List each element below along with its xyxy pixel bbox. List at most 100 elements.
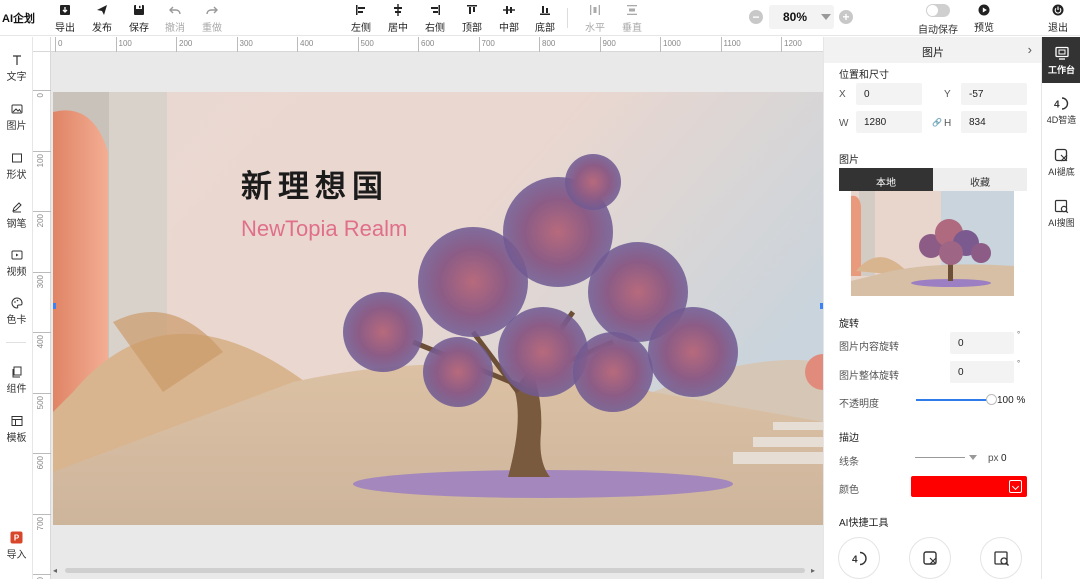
autosave-label: 自动保存: [918, 25, 958, 36]
svg-text:P: P: [14, 534, 20, 543]
ruler-tick: 700: [478, 37, 495, 52]
pen-icon: [11, 202, 22, 213]
zoom-select[interactable]: 80%: [769, 5, 834, 29]
panel-header: 图片 ›: [824, 37, 1041, 63]
scroll-right-arrow-icon[interactable]: ▸: [811, 566, 815, 575]
brand-logo: AI企划: [2, 13, 35, 25]
width-input[interactable]: 1280: [856, 111, 922, 133]
image-source-tabs: 本地 收藏: [839, 168, 1027, 191]
align-top-button[interactable]: 顶部: [455, 2, 489, 34]
line-style-select[interactable]: [911, 447, 982, 469]
rail-item-remove-bg[interactable]: AI褪底: [1042, 148, 1080, 178]
tool-component[interactable]: 组件: [0, 366, 33, 395]
zoom-out-button[interactable]: −: [749, 10, 763, 24]
line-width-input[interactable]: 0: [1001, 453, 1007, 464]
exit-button[interactable]: 退出: [1041, 2, 1075, 34]
preview-button[interactable]: 预览: [967, 2, 1001, 34]
ai-image-search-tool-button[interactable]: [980, 537, 1022, 579]
opacity-slider-knob[interactable]: [986, 394, 997, 405]
right-rail: 工作台 4 4D智造 AI褪底 AI搜图: [1041, 37, 1080, 579]
opacity-value[interactable]: 100 %: [997, 395, 1025, 406]
publish-label: 发布: [92, 23, 112, 34]
align-bottom-icon: [540, 6, 550, 15]
lock-ratio-icon[interactable]: 🔗: [932, 118, 942, 127]
align-top-label: 顶部: [462, 23, 482, 34]
tool-palette[interactable]: 色卡: [0, 297, 33, 326]
tool-template[interactable]: 模板: [0, 415, 33, 444]
align-center-button[interactable]: 居中: [381, 2, 415, 34]
tool-shape-label: 形状: [6, 170, 27, 181]
content-rotate-input[interactable]: 0: [950, 332, 1014, 354]
canvas-title[interactable]: 新理想国: [241, 169, 389, 205]
toggle-knob: [927, 5, 938, 16]
tool-pen[interactable]: 钢笔: [0, 201, 33, 230]
tab-local[interactable]: 本地: [839, 168, 933, 191]
align-center-label: 居中: [388, 23, 408, 34]
tool-import-ppt[interactable]: P 导入: [0, 531, 33, 561]
tool-text[interactable]: 文字: [0, 54, 33, 83]
y-input[interactable]: -57: [961, 83, 1027, 105]
tool-template-label: 模板: [6, 433, 27, 444]
ruler-tick: 0: [55, 37, 62, 52]
save-button[interactable]: 保存: [122, 2, 156, 34]
canvas-area[interactable]: 0 100 200 300 400 500 600 700 800 900 1000 1100 1200…: [33, 37, 823, 579]
ruler-tick-label: 600: [36, 456, 45, 470]
resize-handle-left[interactable]: [53, 303, 56, 309]
align-bottom-button[interactable]: 底部: [528, 2, 562, 34]
tab-favorites[interactable]: 收藏: [933, 168, 1027, 191]
distribute-vertical-button[interactable]: 垂直: [615, 2, 649, 34]
publish-button[interactable]: 发布: [85, 2, 119, 34]
ruler-tick: 400: [297, 37, 313, 52]
save-icon: [134, 5, 144, 15]
ruler-tick: 900: [599, 37, 616, 52]
ruler-tick: 200: [176, 37, 192, 52]
tool-palette-label: 色卡: [6, 315, 27, 326]
height-input[interactable]: 834: [961, 111, 1027, 133]
distribute-horizontal-button[interactable]: 水平: [578, 2, 612, 34]
canvas-artwork[interactable]: 新理想国 NewTopia Realm: [53, 92, 823, 525]
export-button[interactable]: 导出: [48, 2, 82, 34]
align-middle-button[interactable]: 中部: [492, 2, 526, 34]
stroke-color-picker[interactable]: [911, 476, 1027, 497]
panel-title: 图片: [922, 47, 944, 59]
horizontal-ruler: 0 100 200 300 400 500 600 700 800 900 1000 1100 1200: [33, 37, 823, 52]
tool-video[interactable]: 视频: [0, 249, 33, 278]
align-right-button[interactable]: 右侧: [418, 2, 452, 34]
line-style-preview: [915, 457, 965, 458]
zoom-in-button[interactable]: +: [839, 10, 853, 24]
redo-button[interactable]: 重做: [195, 2, 229, 34]
rail-item-workbench[interactable]: 工作台: [1042, 37, 1080, 83]
align-left-icon: [356, 5, 365, 15]
canvas-subtitle[interactable]: NewTopia Realm: [241, 216, 407, 241]
ppt-import-icon: P: [10, 531, 23, 544]
ruler-tick-label: 1200: [784, 39, 802, 48]
ruler-tick: 1200: [781, 37, 802, 52]
autosave-toggle[interactable]: [926, 4, 950, 17]
ruler-tick-label: 500: [36, 395, 45, 409]
image-thumbnail[interactable]: [851, 191, 1014, 296]
rail-item-image-search[interactable]: AI搜图: [1042, 199, 1080, 229]
ai-remove-bg-tool-button[interactable]: [909, 537, 951, 579]
ruler-corner: [33, 37, 51, 52]
redo-label: 重做: [202, 23, 222, 34]
ruler-tick: 200: [33, 211, 51, 227]
opacity-slider[interactable]: [916, 399, 992, 401]
position-section-title: 位置和尺寸: [839, 70, 889, 81]
align-left-button[interactable]: 左侧: [344, 2, 378, 34]
horizontal-scrollbar[interactable]: ◂ ▸: [51, 565, 823, 575]
ruler-tick: 800: [33, 574, 51, 579]
ruler-tick-label: 0: [58, 39, 63, 48]
undo-button[interactable]: 撤消: [158, 2, 192, 34]
tool-shape[interactable]: 形状: [0, 152, 33, 181]
ruler-tick: 100: [115, 37, 132, 52]
x-input[interactable]: 0: [856, 83, 922, 105]
export-label: 导出: [55, 23, 75, 34]
tool-image[interactable]: 图片: [0, 103, 33, 132]
rail-item-4d[interactable]: 4 4D智造: [1042, 96, 1080, 126]
chevron-right-icon[interactable]: ›: [1028, 42, 1032, 57]
scroll-left-arrow-icon[interactable]: ◂: [53, 566, 57, 575]
text-icon: [12, 55, 21, 65]
ai-4d-tool-button[interactable]: 4: [838, 537, 880, 579]
whole-rotate-input[interactable]: 0: [950, 361, 1014, 383]
scrollbar-thumb[interactable]: [65, 568, 805, 573]
